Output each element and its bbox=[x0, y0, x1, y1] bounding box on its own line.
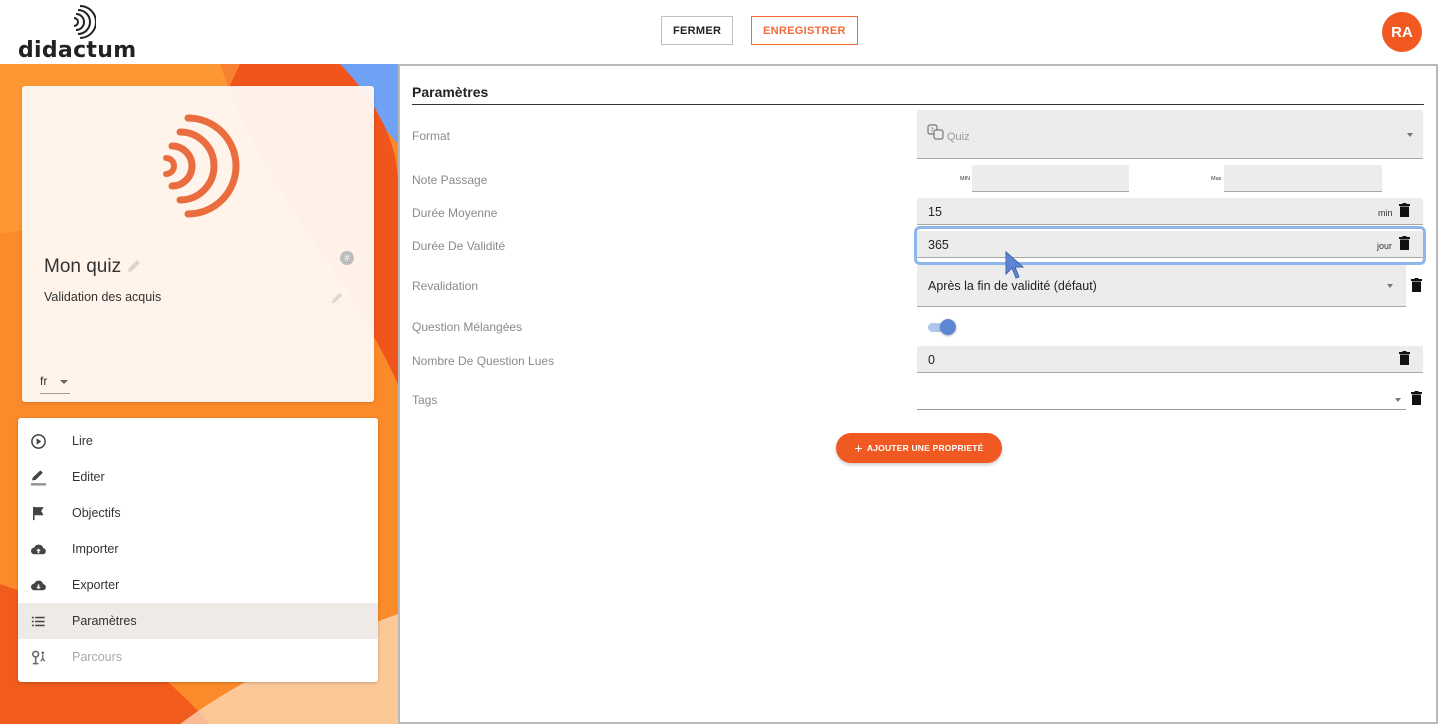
menu-label: Exporter bbox=[72, 578, 120, 592]
svg-text:?: ? bbox=[930, 127, 934, 135]
format-value: Quiz bbox=[947, 131, 970, 143]
menu-item-exporter[interactable]: Exporter bbox=[18, 567, 378, 603]
pass-mark-max-input[interactable] bbox=[1224, 165, 1382, 192]
hash-icon[interactable]: # bbox=[340, 251, 354, 265]
plus-icon: + bbox=[854, 439, 863, 456]
add-property-button[interactable]: + AJOUTER UNE PROPRIETÉ bbox=[836, 433, 1002, 463]
avg-duration-label: Durée Moyenne bbox=[412, 206, 498, 220]
tags-input[interactable] bbox=[917, 384, 1406, 410]
app-logo[interactable]: didactum bbox=[18, 4, 136, 63]
route-icon bbox=[32, 650, 46, 665]
validity-label: Durée De Validité bbox=[412, 239, 506, 253]
menu-item-editer[interactable]: Editer bbox=[18, 459, 378, 495]
chevron-down-icon[interactable] bbox=[1387, 284, 1393, 288]
avatar[interactable]: RA bbox=[1382, 12, 1422, 52]
menu-item-objectifs[interactable]: Objectifs bbox=[18, 495, 378, 531]
menu-item-parametres[interactable]: Paramètres bbox=[18, 603, 378, 639]
format-select[interactable]: ? Quiz bbox=[917, 110, 1423, 159]
pencil-icon bbox=[30, 470, 47, 486]
title-divider bbox=[412, 104, 1424, 105]
menu-label: Paramètres bbox=[72, 614, 137, 628]
questions-read-label: Nombre De Question Lues bbox=[412, 354, 555, 368]
play-circle-icon bbox=[31, 434, 46, 449]
pass-mark-label: Note Passage bbox=[412, 173, 488, 187]
questions-read-value: 0 bbox=[928, 353, 935, 367]
trash-icon[interactable] bbox=[1411, 278, 1422, 292]
menu-item-lire[interactable]: Lire bbox=[18, 423, 378, 459]
trash-icon[interactable] bbox=[1399, 351, 1410, 365]
quiz-icon: ? bbox=[927, 124, 944, 140]
format-label: Format bbox=[412, 129, 451, 143]
page-title: Paramètres bbox=[412, 84, 489, 100]
logo-text: didactum bbox=[18, 38, 137, 63]
avg-duration-unit: min bbox=[1378, 208, 1393, 218]
menu-item-parcours[interactable]: Parcours bbox=[18, 639, 378, 675]
chevron-down-icon[interactable] bbox=[1395, 398, 1401, 402]
pass-mark-min-input[interactable] bbox=[972, 165, 1129, 192]
menu-label: Importer bbox=[72, 542, 119, 556]
edit-subtitle-pencil-icon[interactable] bbox=[330, 291, 344, 305]
shuffle-label: Question Mélangées bbox=[412, 320, 523, 334]
shuffle-toggle-thumb[interactable] bbox=[940, 319, 956, 335]
flag-icon bbox=[33, 506, 44, 521]
menu-item-importer[interactable]: Importer bbox=[18, 531, 378, 567]
didactum-logo-icon bbox=[73, 5, 96, 39]
save-button[interactable]: ENREGISTRER bbox=[751, 16, 858, 45]
mouse-cursor-icon bbox=[1005, 250, 1025, 279]
top-bar: didactum FERMER ENREGISTRER RA bbox=[0, 0, 1438, 64]
cloud-upload-icon bbox=[30, 544, 46, 555]
chevron-down-icon[interactable] bbox=[1407, 133, 1413, 137]
trash-icon[interactable] bbox=[1399, 203, 1410, 217]
settings-panel: Paramètres Format ? Quiz Note Passage MI… bbox=[398, 64, 1438, 724]
tags-label: Tags bbox=[412, 393, 438, 407]
quiz-subtitle[interactable]: Validation des acquis bbox=[44, 290, 161, 304]
menu-label: Objectifs bbox=[72, 506, 121, 520]
language-value: fr bbox=[40, 374, 48, 388]
min-label: MIN bbox=[960, 176, 971, 182]
max-label: Max bbox=[1211, 176, 1222, 182]
close-button[interactable]: FERMER bbox=[661, 16, 734, 45]
cloud-download-icon bbox=[30, 580, 46, 591]
quiz-card: Mon quiz # Validation des acquis fr bbox=[22, 86, 374, 402]
avg-duration-value: 15 bbox=[928, 205, 942, 219]
edit-title-pencil-icon[interactable] bbox=[126, 258, 142, 274]
list-icon bbox=[31, 616, 45, 627]
quiz-title[interactable]: Mon quiz bbox=[44, 256, 121, 278]
revalidation-select[interactable]: Après la fin de validité (défaut) bbox=[917, 265, 1406, 307]
add-property-label: AJOUTER UNE PROPRIETÉ bbox=[866, 443, 984, 453]
quiz-logo-icon bbox=[163, 114, 240, 218]
menu-label: Editer bbox=[72, 470, 105, 484]
trash-icon[interactable] bbox=[1411, 391, 1422, 405]
side-menu: Lire Editer Objectifs Importer Exporter bbox=[18, 418, 378, 682]
questions-read-input[interactable]: 0 bbox=[917, 346, 1423, 373]
language-select[interactable]: fr bbox=[40, 372, 70, 394]
avg-duration-input[interactable]: 15 min bbox=[917, 198, 1423, 225]
menu-label: Lire bbox=[72, 434, 93, 448]
chevron-down-icon bbox=[60, 380, 68, 384]
focus-highlight bbox=[914, 226, 1426, 265]
revalidation-label: Revalidation bbox=[412, 279, 479, 293]
menu-label: Parcours bbox=[72, 650, 123, 664]
